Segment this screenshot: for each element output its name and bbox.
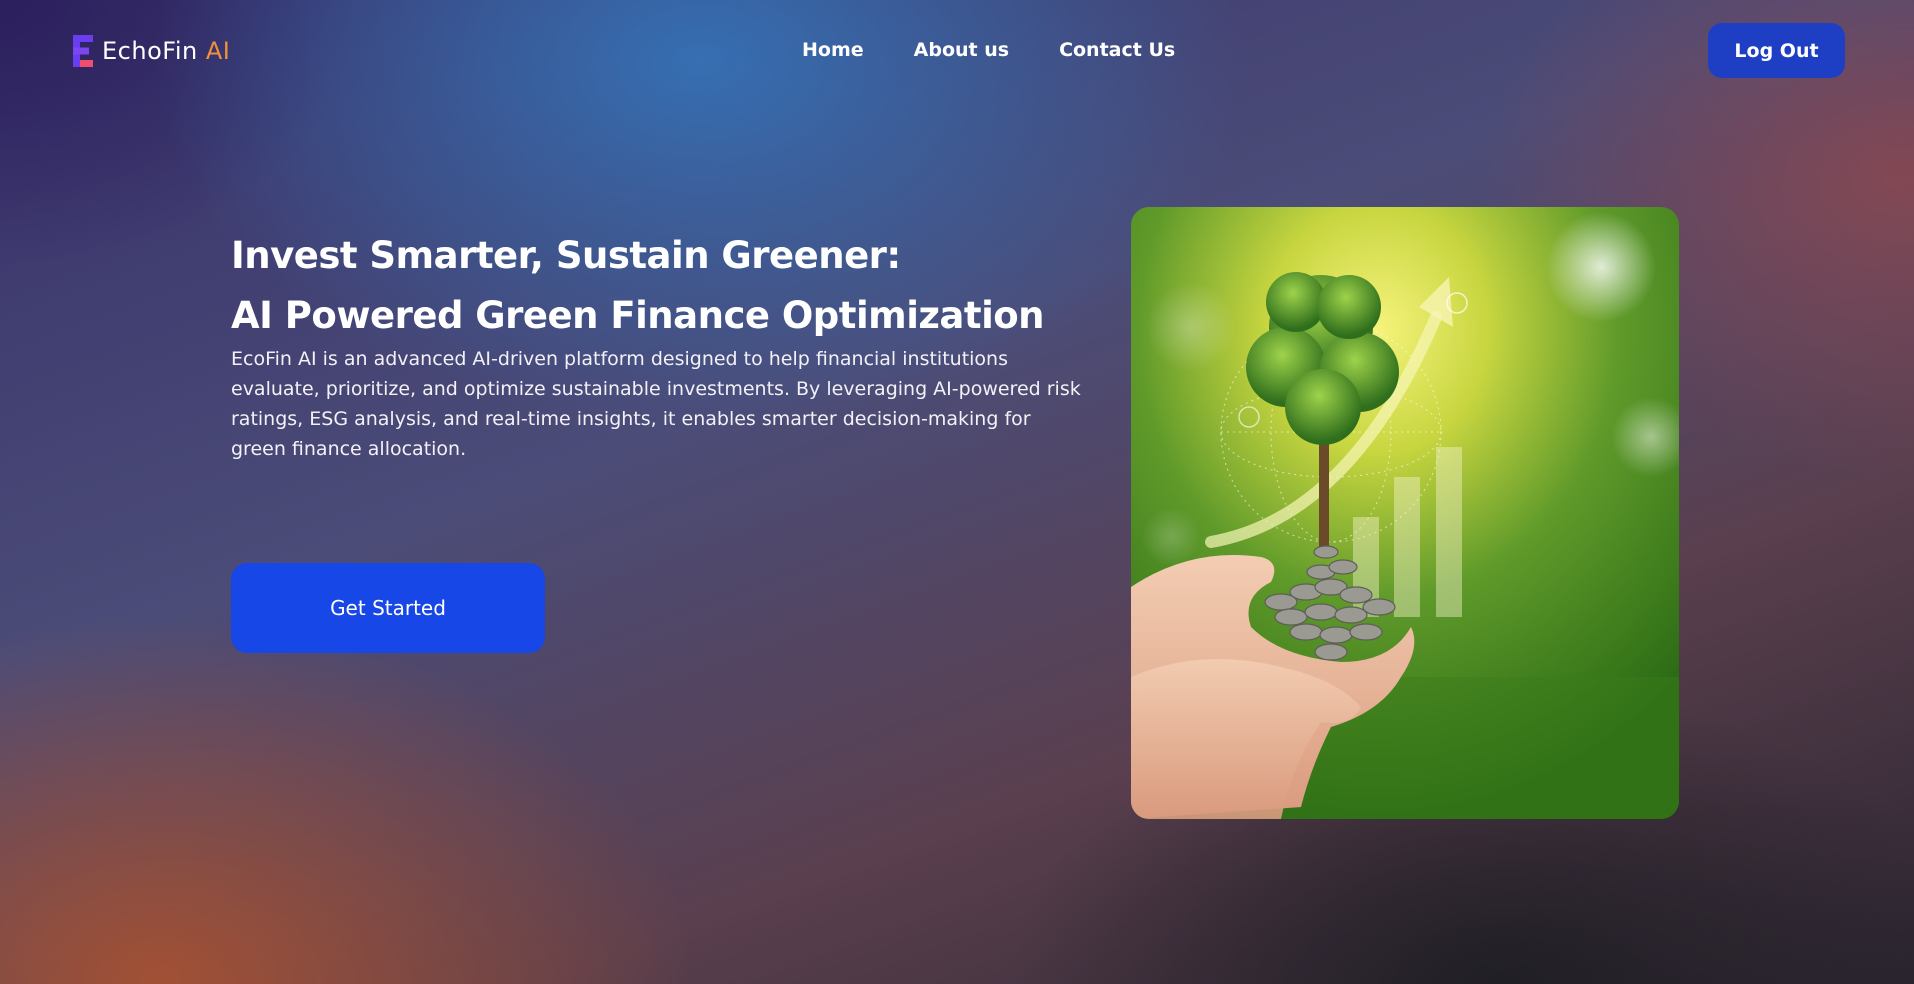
brand-name-accent: AI	[205, 37, 231, 65]
hero-image	[1131, 207, 1679, 819]
hero-title-line-1: Invest Smarter, Sustain Greener:	[231, 234, 901, 277]
letter-e-logo-icon	[73, 35, 93, 67]
green-finance-illustration	[1131, 207, 1679, 819]
logout-button[interactable]: Log Out	[1708, 23, 1845, 78]
brand-logo[interactable]: EchoFin AI	[73, 35, 230, 67]
hero-title-line-2: AI Powered Green Finance Optimization	[231, 294, 1045, 337]
brand-name-main: EchoFin	[102, 37, 198, 65]
nav-link-home[interactable]: Home	[802, 36, 864, 64]
nav-link-contact-us[interactable]: Contact Us	[1059, 36, 1175, 64]
main-nav: Home About us Contact Us	[802, 36, 1225, 64]
hero-description: EcoFin AI is an advanced AI-driven platf…	[231, 348, 1081, 460]
nav-link-about-us[interactable]: About us	[914, 36, 1009, 64]
brand-name: EchoFin AI	[102, 37, 230, 65]
hero-title: Invest Smarter, Sustain Greener: AI Powe…	[231, 226, 1045, 346]
top-navbar: EchoFin AI Home About us Contact Us Log …	[0, 0, 1914, 100]
get-started-button[interactable]: Get Started	[231, 563, 545, 653]
